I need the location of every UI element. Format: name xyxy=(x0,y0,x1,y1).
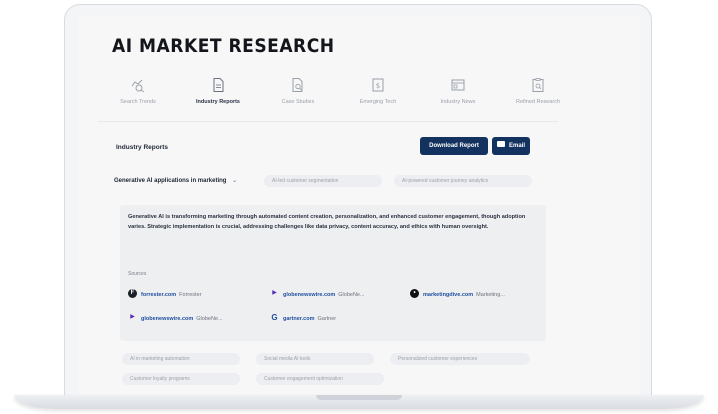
tab-label: Search Trends xyxy=(120,99,156,105)
related-topic-label: Customer engagement optimization xyxy=(264,376,343,382)
source-name: Gartner xyxy=(317,316,337,322)
source-link[interactable]: Fforrester.com Forrester xyxy=(128,287,201,303)
tab-emerging-tech[interactable]: $ Emerging Tech xyxy=(338,77,418,105)
related-topic-chip[interactable]: Social media AI tools xyxy=(256,353,374,365)
tab-case-studies[interactable]: Case Studies xyxy=(258,77,338,105)
globenewswire-logo-icon: ▶ xyxy=(130,314,135,321)
related-topic-label: Personalized customer experiences xyxy=(398,356,478,362)
tab-industry-news[interactable]: Industry News xyxy=(418,77,498,105)
tab-label: Refined Research xyxy=(515,99,561,105)
source-name: GlobeNe... xyxy=(338,292,365,298)
tab-divider xyxy=(98,121,558,122)
source-name: GlobeNe... xyxy=(196,316,223,322)
topic-chip[interactable]: AI-led customer segmentation xyxy=(264,175,382,187)
related-topic-label: Social media AI tools xyxy=(264,356,311,362)
report-summary: Generative AI is transforming marketing … xyxy=(128,214,526,230)
source-name: Forrester xyxy=(179,292,202,298)
source-name: Marketing... xyxy=(476,292,505,298)
download-report-button[interactable]: Download Report xyxy=(420,137,488,155)
source-link[interactable]: ▶ globenewswire.com GlobeNe... xyxy=(270,287,365,303)
topic-active[interactable]: Generative AI applications in marketing … xyxy=(114,174,237,188)
tab-search-trends[interactable]: Search Trends xyxy=(98,77,178,105)
chevron-down-icon: ⌄ xyxy=(232,178,238,184)
news-icon xyxy=(451,79,465,91)
related-topic-label: AI in marketing automation xyxy=(130,356,190,362)
section-title: Industry Reports xyxy=(116,144,169,151)
clipboard-search-icon xyxy=(532,78,544,92)
search-trend-icon xyxy=(131,79,145,93)
document-icon xyxy=(213,78,224,92)
mail-icon xyxy=(496,141,505,148)
topic-chip[interactable]: AI-powered customer journey analytics xyxy=(394,175,532,187)
tab-label: Emerging Tech xyxy=(359,99,397,105)
source-domain: forrester.com xyxy=(141,292,177,298)
tab-refined-research[interactable]: Refined Research xyxy=(498,77,578,105)
app-screen: AI MARKET RESEARCH Search Trends Industr… xyxy=(78,17,640,397)
svg-text:$: $ xyxy=(376,82,380,90)
related-topic-chip[interactable]: AI in marketing automation xyxy=(122,353,240,365)
gartner-logo-icon: G xyxy=(271,313,278,323)
related-topic-chip[interactable]: Customer engagement optimization xyxy=(256,373,384,385)
sources-label: Sources xyxy=(128,271,147,277)
source-domain: globenewswire.com xyxy=(141,316,194,322)
related-topic-chip[interactable]: Personalized customer experiences xyxy=(390,353,530,365)
source-domain: gartner.com xyxy=(283,316,315,322)
report-summary-card: Generative AI is transforming marketing … xyxy=(120,205,546,341)
tab-industry-reports[interactable]: Industry Reports xyxy=(178,77,258,105)
topic-chip-label: AI-led customer segmentation xyxy=(272,178,339,184)
source-domain: marketingdive.com xyxy=(423,292,474,298)
page-title: AI MARKET RESEARCH xyxy=(112,35,335,57)
related-topics: AI in marketing automation Social media … xyxy=(122,353,592,393)
topic-row: Generative AI applications in marketing … xyxy=(114,174,584,188)
tab-bar: Search Trends Industry Reports Case Stud… xyxy=(98,77,568,117)
laptop-notch xyxy=(316,395,402,400)
related-topic-label: Customer loyalty programs xyxy=(130,376,190,382)
email-button[interactable]: Email xyxy=(492,137,530,155)
related-topic-chip[interactable]: Customer loyalty programs xyxy=(122,373,240,385)
tab-label: Industry Reports xyxy=(195,99,240,105)
tab-label: Case Studies xyxy=(281,99,315,105)
source-link[interactable]: Ggartner.com Gartner xyxy=(270,311,336,327)
globenewswire-logo-icon: ▶ xyxy=(272,290,277,297)
forrester-logo-icon: F xyxy=(128,289,137,299)
source-link[interactable]: ▶ globenewswire.com GlobeNe... xyxy=(128,311,223,327)
source-link[interactable]: • marketingdive.com Marketing... xyxy=(410,287,505,303)
source-domain: globenewswire.com xyxy=(283,292,336,298)
topic-active-label: Generative AI applications in marketing xyxy=(114,178,227,184)
document-search-icon xyxy=(292,78,303,92)
email-button-label: Email xyxy=(508,143,525,149)
topic-chip-label: AI-powered customer journey analytics xyxy=(402,178,489,184)
marketingdive-logo-icon: • xyxy=(410,289,419,299)
tab-label: Industry News xyxy=(440,99,476,105)
dollar-doc-icon: $ xyxy=(372,78,384,92)
